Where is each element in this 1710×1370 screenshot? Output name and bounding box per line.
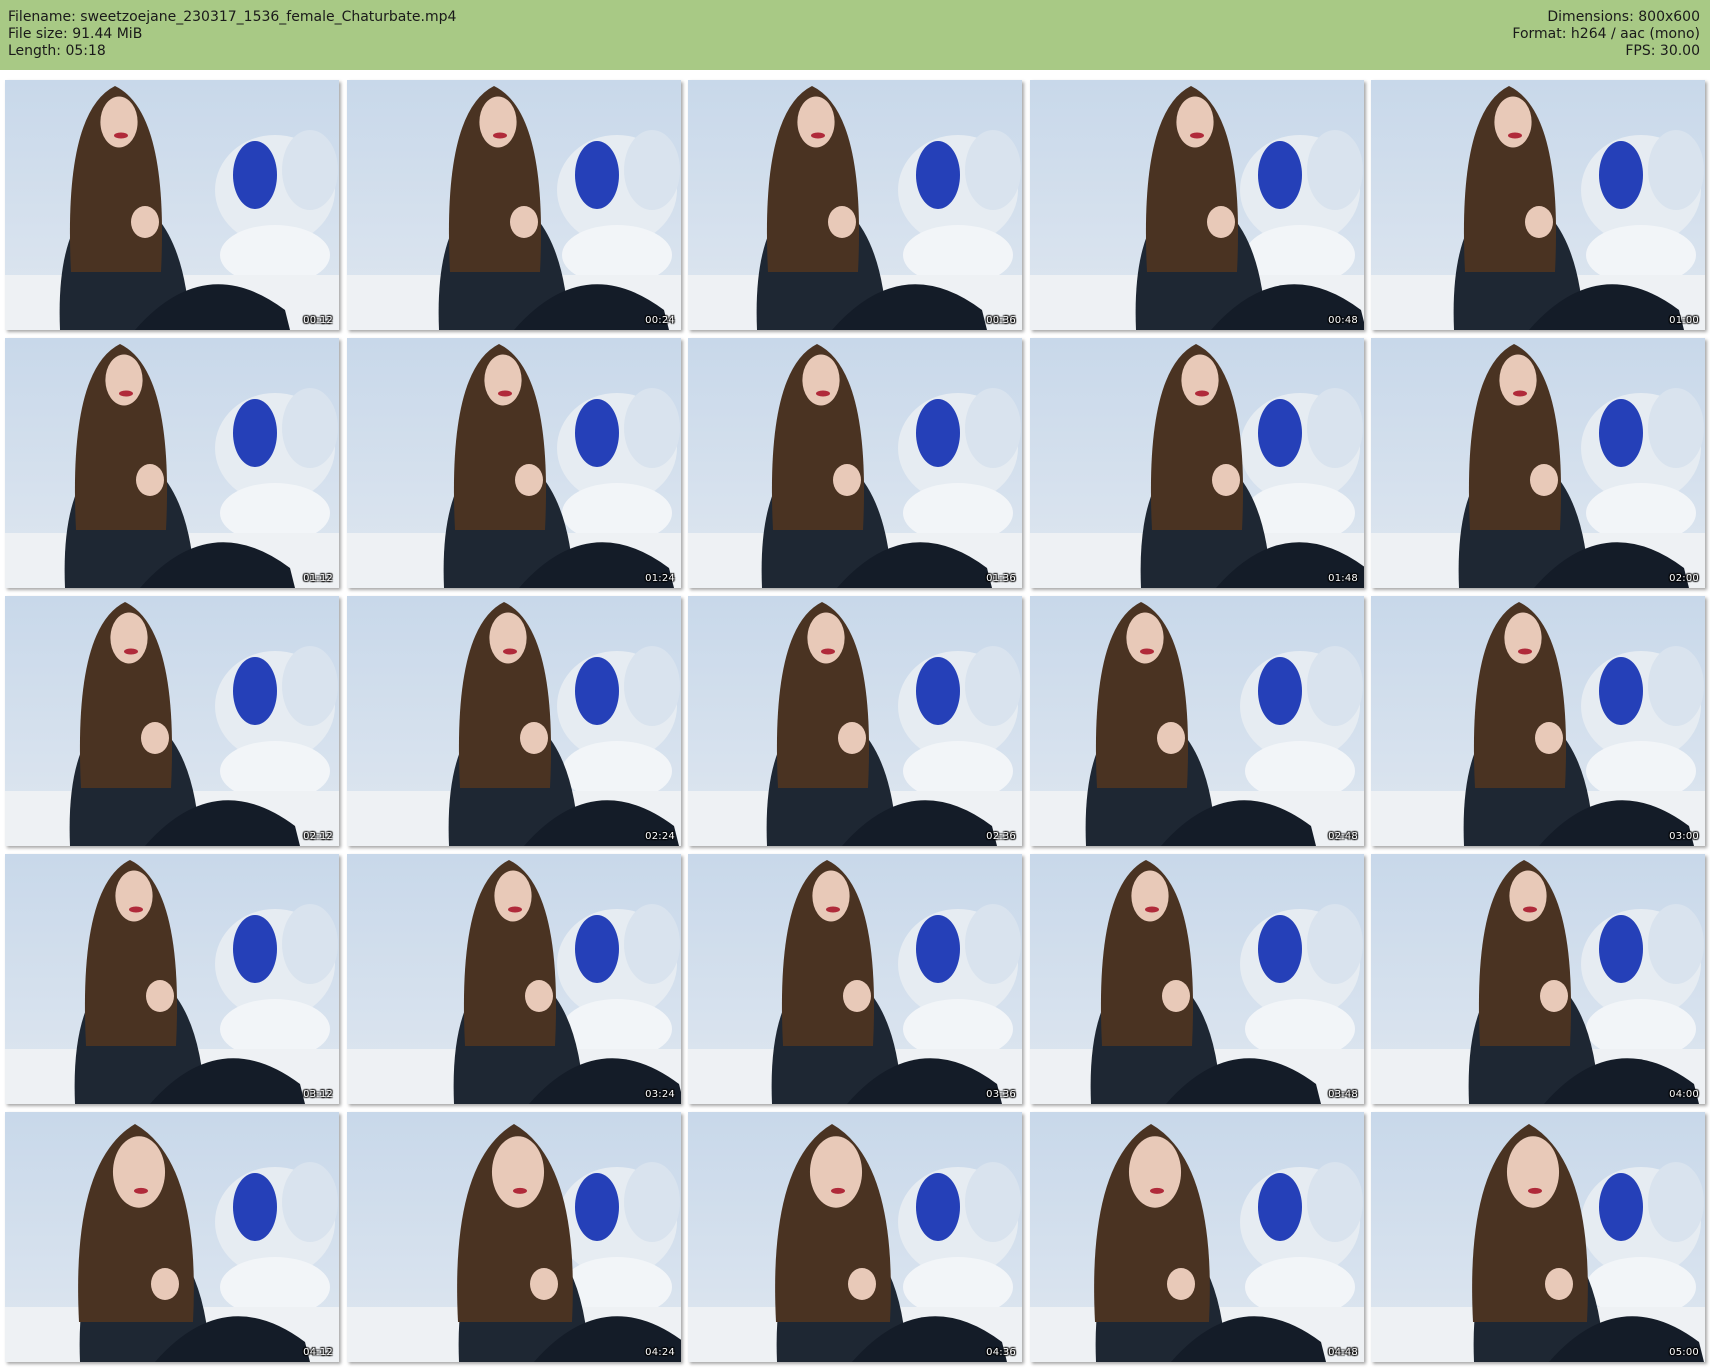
frame-image xyxy=(1030,854,1364,1104)
thumbnail-timestamp: 02:12 xyxy=(303,831,333,842)
video-thumbnail[interactable]: 00:24 xyxy=(347,80,681,330)
thumbnail-timestamp: 02:00 xyxy=(1669,573,1699,584)
frame-image xyxy=(347,1112,681,1362)
thumbnail-timestamp: 02:36 xyxy=(986,831,1016,842)
frame-image xyxy=(5,596,339,846)
video-thumbnail[interactable]: 05:00 xyxy=(1371,1112,1705,1362)
frame-image xyxy=(1371,80,1705,330)
frame-image xyxy=(5,80,339,330)
frame-image xyxy=(688,80,1022,330)
video-thumbnail[interactable]: 01:24 xyxy=(347,338,681,588)
thumbnail-timestamp: 00:36 xyxy=(986,315,1016,326)
video-thumbnail[interactable]: 03:36 xyxy=(688,854,1022,1104)
video-thumbnail[interactable]: 00:36 xyxy=(688,80,1022,330)
video-thumbnail[interactable]: 03:24 xyxy=(347,854,681,1104)
video-thumbnail[interactable]: 01:00 xyxy=(1371,80,1705,330)
frame-image xyxy=(688,854,1022,1104)
fps-label: FPS: 30.00 xyxy=(1625,43,1700,59)
filesize-label: File size: 91.44 MiB xyxy=(8,26,143,42)
filename-label: Filename: sweetzoejane_230317_1536_femal… xyxy=(8,9,457,25)
thumbnail-timestamp: 03:48 xyxy=(1328,1089,1358,1100)
thumbnail-grid: 00:12 00:24 00:36 00:48 01:00 01:12 01:24 01:36… xyxy=(5,80,1707,1366)
frame-image xyxy=(347,596,681,846)
thumbnail-timestamp: 04:12 xyxy=(303,1347,333,1358)
dimensions-label: Dimensions: 800x600 xyxy=(1547,9,1700,25)
frame-image xyxy=(5,854,339,1104)
thumbnail-timestamp: 01:12 xyxy=(303,573,333,584)
thumbnail-timestamp: 05:00 xyxy=(1669,1347,1699,1358)
thumbnail-timestamp: 01:24 xyxy=(645,573,675,584)
thumbnail-timestamp: 01:36 xyxy=(986,573,1016,584)
frame-image xyxy=(1371,854,1705,1104)
video-thumbnail[interactable]: 04:36 xyxy=(688,1112,1022,1362)
video-thumbnail[interactable]: 04:24 xyxy=(347,1112,681,1362)
frame-image xyxy=(688,596,1022,846)
video-thumbnail[interactable]: 01:12 xyxy=(5,338,339,588)
thumbnail-timestamp: 03:36 xyxy=(986,1089,1016,1100)
video-thumbnail[interactable]: 02:24 xyxy=(347,596,681,846)
thumbnail-timestamp: 00:48 xyxy=(1328,315,1358,326)
frame-image xyxy=(5,1112,339,1362)
video-thumbnail[interactable]: 03:00 xyxy=(1371,596,1705,846)
frame-image xyxy=(1371,338,1705,588)
thumbnail-timestamp: 00:24 xyxy=(645,315,675,326)
length-label: Length: 05:18 xyxy=(8,43,106,59)
video-thumbnail[interactable]: 02:00 xyxy=(1371,338,1705,588)
frame-image xyxy=(347,80,681,330)
frame-image xyxy=(347,338,681,588)
frame-image xyxy=(1030,80,1364,330)
frame-image xyxy=(1371,1112,1705,1362)
thumbnail-timestamp: 01:00 xyxy=(1669,315,1699,326)
video-thumbnail[interactable]: 03:12 xyxy=(5,854,339,1104)
video-thumbnail[interactable]: 02:48 xyxy=(1030,596,1364,846)
thumbnail-timestamp: 02:48 xyxy=(1328,831,1358,842)
thumbnail-timestamp: 03:00 xyxy=(1669,831,1699,842)
video-thumbnail[interactable]: 00:48 xyxy=(1030,80,1364,330)
frame-image xyxy=(688,1112,1022,1362)
stream-info: Dimensions: 800x600 Format: h264 / aac (… xyxy=(1512,9,1700,60)
frame-image xyxy=(5,338,339,588)
thumbnail-timestamp: 04:00 xyxy=(1669,1089,1699,1100)
format-label: Format: h264 / aac (mono) xyxy=(1512,26,1700,42)
thumbnail-timestamp: 03:24 xyxy=(645,1089,675,1100)
video-thumbnail[interactable]: 00:12 xyxy=(5,80,339,330)
thumbnail-timestamp: 04:48 xyxy=(1328,1347,1358,1358)
video-thumbnail[interactable]: 04:00 xyxy=(1371,854,1705,1104)
thumbnail-timestamp: 01:48 xyxy=(1328,573,1358,584)
frame-image xyxy=(1030,338,1364,588)
video-thumbnail[interactable]: 01:48 xyxy=(1030,338,1364,588)
frame-image xyxy=(1371,596,1705,846)
video-thumbnail[interactable]: 01:36 xyxy=(688,338,1022,588)
frame-image xyxy=(1030,1112,1364,1362)
video-thumbnail[interactable]: 02:36 xyxy=(688,596,1022,846)
video-thumbnail[interactable]: 04:12 xyxy=(5,1112,339,1362)
thumbnail-timestamp: 04:24 xyxy=(645,1347,675,1358)
video-thumbnail[interactable]: 04:48 xyxy=(1030,1112,1364,1362)
thumbnail-timestamp: 00:12 xyxy=(303,315,333,326)
frame-image xyxy=(347,854,681,1104)
thumbnail-timestamp: 04:36 xyxy=(986,1347,1016,1358)
file-info: Filename: sweetzoejane_230317_1536_femal… xyxy=(8,9,456,60)
thumbnail-timestamp: 02:24 xyxy=(645,831,675,842)
frame-image xyxy=(688,338,1022,588)
info-header: Filename: sweetzoejane_230317_1536_femal… xyxy=(0,0,1710,70)
frame-image xyxy=(1030,596,1364,846)
thumbnail-timestamp: 03:12 xyxy=(303,1089,333,1100)
video-thumbnail[interactable]: 02:12 xyxy=(5,596,339,846)
video-thumbnail[interactable]: 03:48 xyxy=(1030,854,1364,1104)
